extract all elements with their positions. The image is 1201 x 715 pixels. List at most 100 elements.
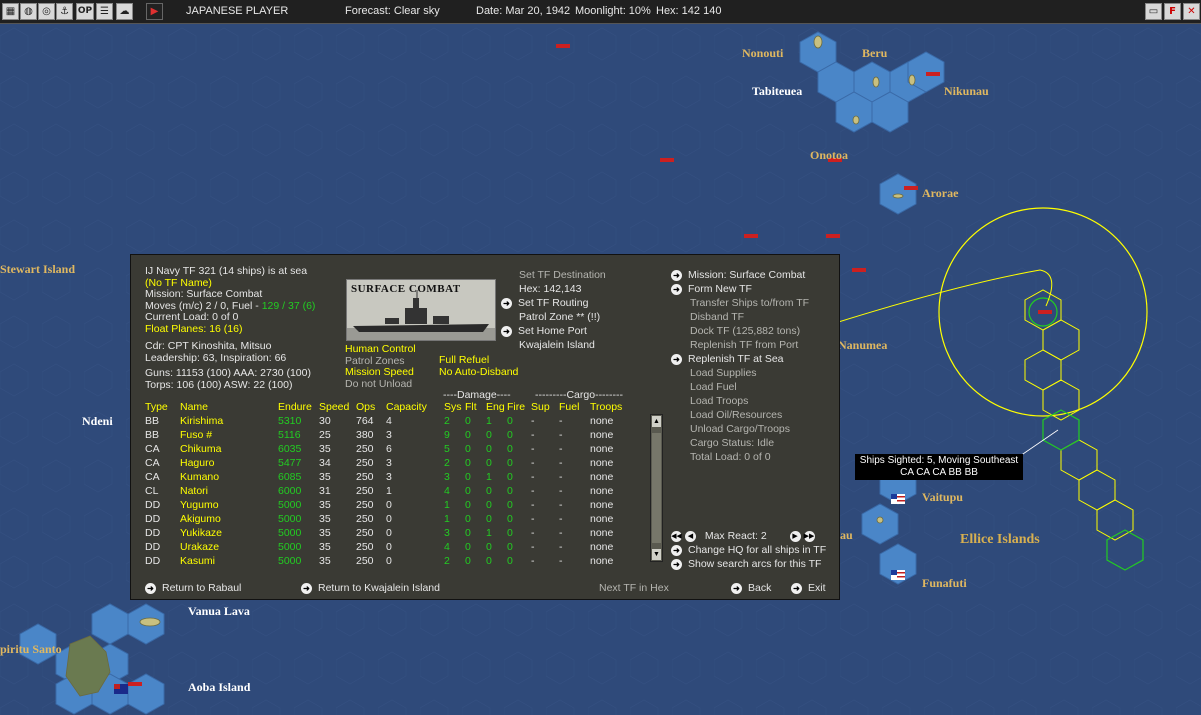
no-auto-disband-toggle[interactable]: No Auto-Disband	[439, 366, 518, 379]
load-supplies-item[interactable]: Load Supplies	[671, 366, 809, 380]
ship-cell-eng: 1	[486, 415, 492, 427]
ship-cell-name[interactable]: Yukikaze	[180, 526, 278, 540]
ship-cell-name[interactable]: Fuso #	[180, 428, 278, 442]
restore-icon[interactable]: ▭	[1145, 3, 1162, 20]
double-right-icon[interactable]: ▶▶	[803, 530, 815, 542]
flag-icon[interactable]: ▶	[146, 3, 163, 20]
transfer-ships-item[interactable]: Transfer Ships to/from TF	[671, 296, 809, 310]
dock-tf-item[interactable]: Dock TF (125,882 tons)	[671, 324, 809, 338]
ship-row[interactable]: DD Yugumo 5000 35 250 0 1 0 0 0 - - none	[145, 498, 640, 512]
set-routing-button[interactable]: ➜ Set TF Routing	[501, 296, 606, 310]
human-control-toggle[interactable]: Human Control	[345, 343, 416, 356]
mission-menu-item[interactable]: ➜ Mission: Surface Combat	[671, 268, 809, 282]
tf-guns: Guns: 11153 (100) AAA: 2730 (100)	[145, 367, 311, 379]
menu-label: Mission: Surface Combat	[688, 269, 806, 281]
ship-row[interactable]: DD Kasumi 5000 35 250 0 2 0 0 0 - - none	[145, 554, 640, 568]
col-endure[interactable]: Endure	[278, 400, 319, 414]
ship-cell-troops: none	[590, 499, 614, 511]
col-flt[interactable]: Flt	[465, 400, 486, 414]
col-sup[interactable]: Sup	[531, 400, 559, 414]
flag-icon[interactable]: F	[1164, 3, 1181, 20]
ship-cell-capacity: 0	[386, 555, 392, 567]
load-troops-item[interactable]: Load Troops	[671, 394, 809, 408]
ship-cell-name[interactable]: Kasumi	[180, 554, 278, 568]
col-capacity[interactable]: Capacity	[386, 400, 444, 414]
col-ops[interactable]: Ops	[356, 400, 386, 414]
change-hq-button[interactable]: ➜ Change HQ for all ships in TF	[671, 543, 826, 557]
ship-row[interactable]: CA Kumano 6085 35 250 3 3 0 1 0 - - none	[145, 470, 640, 484]
ship-list-scrollbar[interactable]: ▲ ▼	[650, 414, 663, 562]
ship-row[interactable]: DD Urakaze 5000 35 250 0 4 0 0 0 - - none	[145, 540, 640, 554]
col-name[interactable]: Name	[180, 400, 278, 414]
mission-speed-toggle[interactable]: Mission Speed	[345, 366, 416, 379]
ship-row[interactable]: CL Natori 6000 31 250 1 4 0 0 0 - - none	[145, 484, 640, 498]
ship-cell-type: DD	[145, 527, 161, 539]
scroll-down-icon[interactable]: ▼	[652, 549, 661, 560]
ship-cell-name[interactable]: Akigumo	[180, 512, 278, 526]
ship-cell-name[interactable]: Natori	[180, 484, 278, 498]
map-icon[interactable]: ▦	[2, 3, 19, 20]
control-toggles-2: Full Refuel No Auto-Disband	[439, 354, 518, 379]
ship-cell-flt: 0	[465, 555, 471, 567]
set-home-port-button[interactable]: ➜ Set Home Port	[501, 324, 606, 338]
col-speed[interactable]: Speed	[319, 400, 356, 414]
ship-cell-name[interactable]: Kumano	[180, 470, 278, 484]
double-left-icon[interactable]: ◀◀	[671, 530, 682, 542]
do-not-unload-toggle[interactable]: Do not Unload	[345, 378, 416, 391]
col-fire[interactable]: Fire	[507, 400, 531, 414]
arrow-right-icon: ➜	[145, 582, 156, 594]
ship-cell-type: BB	[145, 429, 160, 441]
ship-row[interactable]: DD Akigumo 5000 35 250 0 1 0 0 0 - - none	[145, 512, 640, 526]
right-icon[interactable]: ▶	[789, 530, 801, 542]
ship-cell-sup: -	[531, 415, 535, 427]
ship-cell-name[interactable]: Yugumo	[180, 498, 278, 512]
scroll-thumb[interactable]	[652, 433, 661, 543]
col-sys[interactable]: Sys	[444, 400, 465, 414]
form-new-tf-item[interactable]: ➜ Form New TF	[671, 282, 809, 296]
back-button[interactable]: ➜ Back	[731, 581, 771, 595]
ship-row[interactable]: BB Fuso #5116 25 380 3 9 0 0 0 - - none	[145, 428, 640, 442]
globe-icon[interactable]: ◍	[20, 3, 37, 20]
ship-cell-sys: 3	[444, 471, 450, 483]
ship-icon[interactable]: ⚓	[56, 3, 73, 20]
ship-row[interactable]: BB Kirishima 5310 30 764 4 2 0 1 0 - - none	[145, 414, 640, 428]
list-icon[interactable]: ☰	[96, 3, 113, 20]
ship-row[interactable]: DD Yukikaze 5000 35 250 0 3 0 1 0 - - none	[145, 526, 640, 540]
replenish-sea-item[interactable]: ➜ Replenish TF at Sea	[671, 352, 809, 366]
ship-cell-name[interactable]: Chikuma	[180, 442, 278, 456]
ship-cell-capacity: 0	[386, 541, 392, 553]
weather-icon[interactable]: ☁	[116, 3, 133, 20]
replenish-port-item[interactable]: Replenish TF from Port	[671, 338, 809, 352]
sighting-tooltip: Ships Sighted: 5, Moving Southeast CA CA…	[855, 454, 1023, 480]
return-kwajalein-button[interactable]: ➜ Return to Kwajalein Island	[301, 581, 440, 595]
next-tf-button[interactable]: Next TF in Hex	[599, 581, 669, 595]
scroll-up-icon[interactable]: ▲	[652, 416, 661, 427]
full-refuel-toggle[interactable]: Full Refuel	[439, 354, 518, 367]
disband-tf-item[interactable]: Disband TF	[671, 310, 809, 324]
load-fuel-item[interactable]: Load Fuel	[671, 380, 809, 394]
tf-float-planes[interactable]: Float Planes: 16 (16)	[145, 323, 315, 336]
return-rabaul-button[interactable]: ➜ Return to Rabaul	[145, 581, 241, 595]
ship-cell-sys: 2	[444, 555, 450, 567]
exit-button[interactable]: ➜ Exit	[791, 581, 826, 595]
col-eng[interactable]: Eng	[486, 400, 507, 414]
mission-image[interactable]: SURFACE COMBAT	[346, 279, 496, 341]
target-icon[interactable]: ◎	[38, 3, 55, 20]
op-icon[interactable]: OP	[76, 3, 94, 20]
show-search-arcs-button[interactable]: ➜ Show search arcs for this TF	[671, 557, 826, 571]
unload-cargo-item[interactable]: Unload Cargo/Troops	[671, 422, 809, 436]
set-destination-button[interactable]: Set TF Destination	[501, 268, 606, 282]
col-fuel[interactable]: Fuel	[559, 400, 590, 414]
ship-cell-speed: 35	[319, 541, 331, 553]
close-icon[interactable]: ✕	[1183, 3, 1200, 20]
col-troops[interactable]: Troops	[590, 400, 640, 414]
col-type[interactable]: Type	[145, 400, 180, 414]
tf-commander[interactable]: Cdr: CPT Kinoshita, Mitsuo	[145, 340, 315, 353]
ship-row[interactable]: CA Haguro 5477 34 250 3 2 0 0 0 - - none	[145, 456, 640, 470]
ship-cell-name[interactable]: Urakaze	[180, 540, 278, 554]
ship-cell-name[interactable]: Kirishima	[180, 414, 278, 428]
ship-row[interactable]: CA Chikuma 6035 35 250 6 5 0 0 0 - - none	[145, 442, 640, 456]
load-oil-item[interactable]: Load Oil/Resources	[671, 408, 809, 422]
left-icon[interactable]: ◀	[684, 530, 696, 542]
ship-cell-name[interactable]: Haguro	[180, 456, 278, 470]
